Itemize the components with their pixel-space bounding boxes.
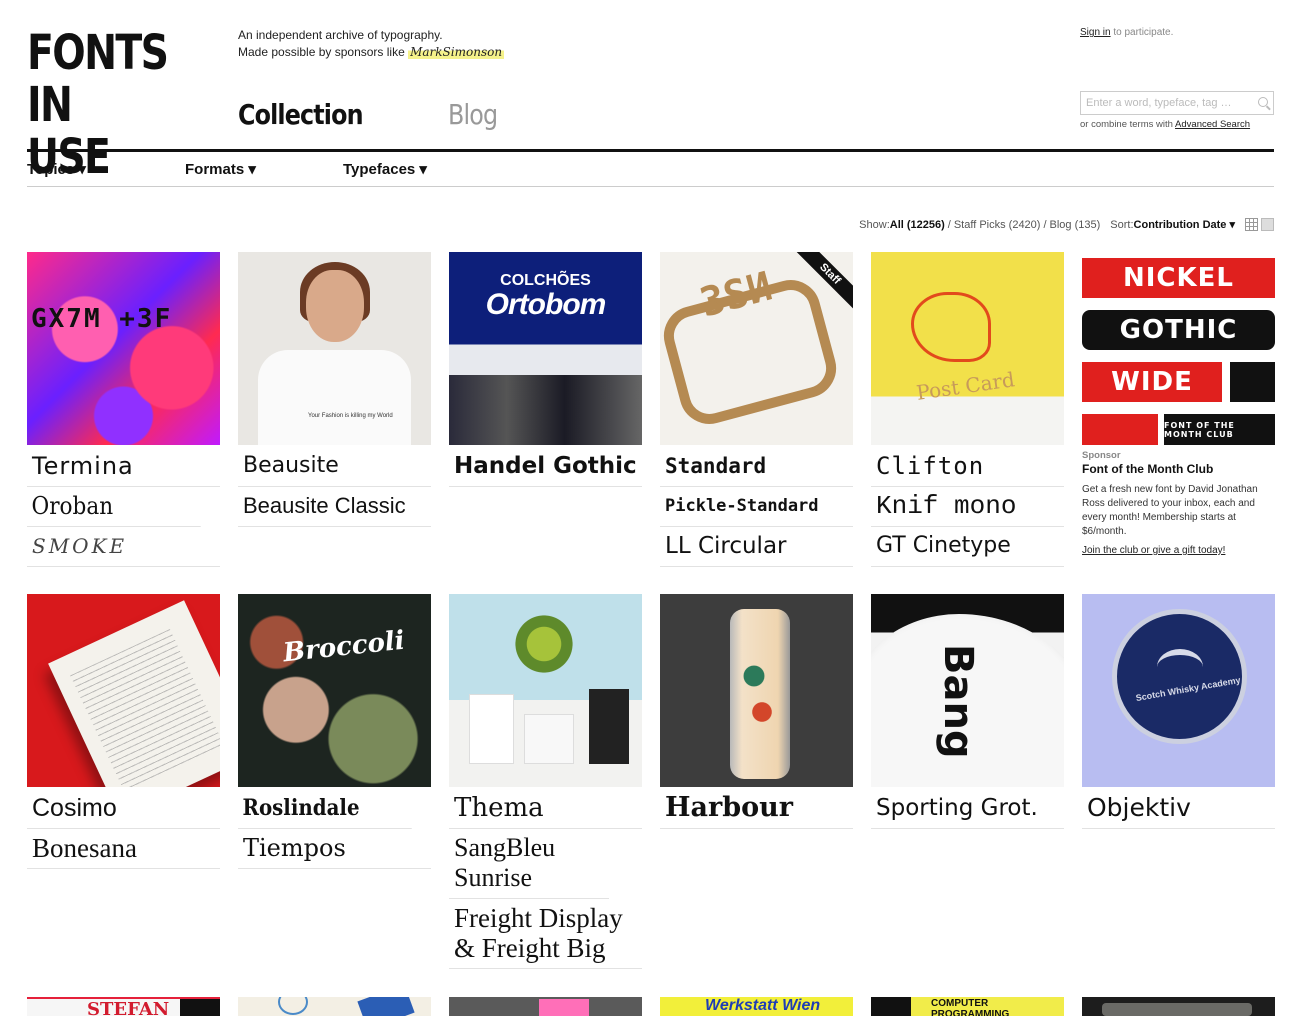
list-view-icon[interactable] <box>1261 218 1274 231</box>
typeface-list: Cosimo Bonesana <box>27 789 220 869</box>
use-card[interactable]: GX7M +3F Termina Oroban SMOKE <box>27 252 220 567</box>
sub-nav: Topics ▾ Formats ▾ Typefaces ▾ <box>27 160 501 178</box>
use-thumbnail[interactable] <box>449 594 642 787</box>
use-thumbnail[interactable]: Post Card <box>871 252 1064 445</box>
use-thumbnail[interactable] <box>449 997 642 1016</box>
use-card[interactable]: Your Fashion is killing my World Beausit… <box>238 252 431 567</box>
typeface-list: Handel Gothic <box>449 447 642 487</box>
grid-view-icon[interactable] <box>1245 218 1258 231</box>
typeface-link[interactable]: SMOKE <box>27 527 220 567</box>
sponsor-card[interactable]: NICKEL GOTHIC WIDE FONT OF THE MONTH CLU… <box>1082 252 1275 567</box>
use-thumbnail[interactable]: STEFAN <box>27 997 220 1016</box>
nav-collection[interactable]: Collection <box>238 98 417 131</box>
use-card[interactable]: Thema SangBleu Sunrise Freight Display &… <box>449 594 642 969</box>
typeface-link[interactable]: Sporting Grot. <box>871 789 1064 829</box>
typeface-link[interactable]: Clifton <box>871 447 1064 487</box>
tagline: An independent archive of typography. Ma… <box>238 27 505 61</box>
use-thumbnail[interactable]: Werkstatt Wien <box>660 997 853 1016</box>
use-thumbnail[interactable]: COMPUTER PROGRAMMING <box>871 997 1064 1016</box>
use-thumbnail[interactable] <box>660 594 853 787</box>
use-thumbnail[interactable]: Scotch Whisky Academy <box>1082 594 1275 787</box>
use-thumbnail[interactable]: GX7M +3F <box>27 252 220 445</box>
sort-dropdown[interactable]: Contribution Date ▾ <box>1134 218 1235 231</box>
sponsor-cta-link[interactable]: Join the club or give a gift today! <box>1082 545 1275 556</box>
advanced-search-note: or combine terms with Advanced Search <box>1080 119 1251 130</box>
use-thumbnail[interactable] <box>238 997 431 1016</box>
typeface-link[interactable]: Oroban <box>27 487 201 527</box>
use-thumbnail[interactable] <box>27 594 220 787</box>
typeface-link[interactable]: SangBleu Sunrise <box>449 829 609 899</box>
typeface-list: Clifton Knif mono GT Cinetype <box>871 447 1064 567</box>
signin-link[interactable]: Sign in <box>1080 27 1111 38</box>
use-thumbnail[interactable]: Broccoli <box>238 594 431 787</box>
subnav-formats[interactable]: Formats ▾ <box>185 160 343 178</box>
typeface-link[interactable]: Bonesana <box>27 829 220 869</box>
typeface-list: Harbour <box>660 789 853 829</box>
sponsor-name[interactable]: Font of the Month Club <box>1082 462 1275 476</box>
typeface-link[interactable]: Objektiv <box>1082 789 1275 829</box>
tagline-line-2: Made possible by sponsors like MarkSimon… <box>238 45 505 59</box>
collection-grid: GX7M +3F Termina Oroban SMOKE Your Fashi… <box>27 252 1275 969</box>
typeface-list: Roslindale Tiempos <box>238 789 431 869</box>
use-card[interactable]: Post Card Clifton Knif mono GT Cinetype <box>871 252 1064 567</box>
typeface-link[interactable]: LL Circular <box>660 527 853 567</box>
typeface-link[interactable]: Freight Display & Freight Big <box>449 899 642 969</box>
use-thumbnail[interactable]: Your Fashion is killing my World <box>238 252 431 445</box>
typeface-list: Sporting Grot. <box>871 789 1064 829</box>
subnav-topics[interactable]: Topics ▾ <box>27 160 185 178</box>
typeface-link[interactable]: Cosimo <box>27 789 220 829</box>
header-divider <box>27 149 1274 152</box>
typeface-link[interactable]: Beausite Classic <box>238 487 431 527</box>
use-thumbnail[interactable]: ЗSИ Staff <box>660 252 853 445</box>
subnav-divider <box>27 186 1274 187</box>
typeface-link[interactable]: Tiempos <box>238 829 431 869</box>
typeface-link[interactable]: Pickle-Standard <box>660 487 853 527</box>
use-thumbnail[interactable]: Bang <box>871 594 1064 787</box>
search-icon[interactable] <box>1258 97 1268 107</box>
typeface-link[interactable]: GT Cinetype <box>871 527 1064 567</box>
tagline-line-1: An independent archive of typography. <box>238 28 443 42</box>
advanced-search-link[interactable]: Advanced Search <box>1175 119 1250 130</box>
use-card[interactable]: ЗSИ Staff Standard Pickle-Standard LL Cir… <box>660 252 853 567</box>
typeface-list: Standard Pickle-Standard LL Circular <box>660 447 853 567</box>
nav-blog[interactable]: Blog <box>448 98 498 131</box>
typeface-link[interactable]: Knif mono <box>871 487 1064 527</box>
filter-all[interactable]: All (12256) <box>890 219 945 231</box>
use-card[interactable]: Harbour <box>660 594 853 969</box>
filter-staff-picks[interactable]: Staff Picks (2420) <box>954 219 1041 231</box>
use-thumbnail[interactable]: COLCHÕES Ortobom <box>449 252 642 445</box>
sponsor-label: Sponsor <box>1082 450 1121 461</box>
typeface-link[interactable]: Standard <box>660 447 853 487</box>
logo-line-1: FONTS <box>27 25 169 81</box>
use-card[interactable]: COLCHÕES Ortobom Handel Gothic <box>449 252 642 567</box>
typeface-list: Thema SangBleu Sunrise Freight Display &… <box>449 789 642 969</box>
subnav-typefaces[interactable]: Typefaces ▾ <box>343 160 501 178</box>
typeface-link[interactable]: Harbour <box>660 789 853 829</box>
search-box <box>1080 91 1274 115</box>
main-nav: Collection Blog <box>238 98 506 131</box>
use-card[interactable]: Bang Sporting Grot. <box>871 594 1064 969</box>
sponsor-thumbnail[interactable]: NICKEL GOTHIC WIDE FONT OF THE MONTH CLU… <box>1082 252 1275 445</box>
use-card[interactable]: Broccoli Roslindale Tiempos <box>238 594 431 969</box>
collection-grid-row-3: STEFAN Werkstatt Wien COMPUTER PROGRAMMI… <box>27 997 1275 1016</box>
filter-bar: Show: All (12256) / Staff Picks (2420) /… <box>859 218 1274 231</box>
sponsor-logo-mark-simonson[interactable]: MarkSimonson <box>408 45 505 59</box>
typeface-link[interactable]: Beausite <box>238 447 431 487</box>
use-thumbnail[interactable] <box>1082 997 1275 1016</box>
use-card[interactable]: Cosimo Bonesana <box>27 594 220 969</box>
filter-blog[interactable]: Blog (135) <box>1050 219 1101 231</box>
signin-prompt: Sign in to participate. <box>1080 27 1174 38</box>
typeface-list: Termina Oroban SMOKE <box>27 447 220 567</box>
sponsor-description: Get a fresh new font by David Jonathan R… <box>1082 484 1258 537</box>
typeface-list: Objektiv <box>1082 789 1275 829</box>
typeface-link[interactable]: Handel Gothic <box>449 447 642 487</box>
use-card[interactable]: Scotch Whisky Academy Objektiv <box>1082 594 1275 969</box>
search-input[interactable] <box>1081 92 1251 114</box>
typeface-link[interactable]: Termina <box>27 447 220 487</box>
typeface-link[interactable]: Thema <box>449 789 642 829</box>
typeface-list: Beausite Beausite Classic <box>238 447 431 527</box>
typeface-link[interactable]: Roslindale <box>238 789 412 829</box>
